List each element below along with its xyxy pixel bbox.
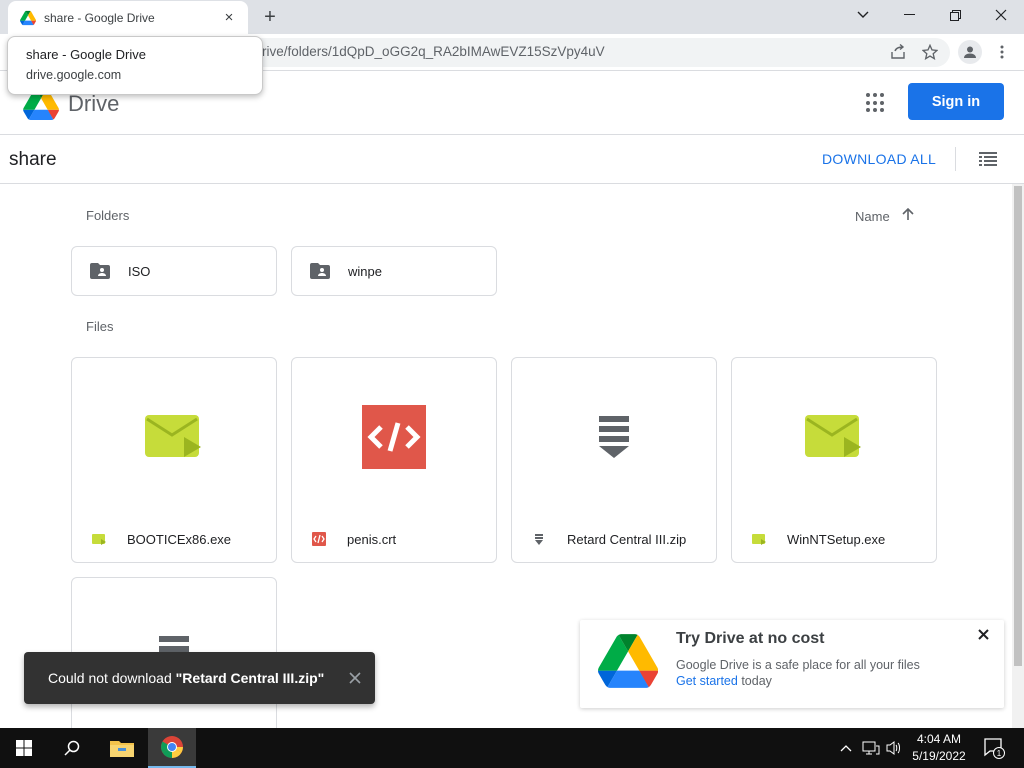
folder-card-iso[interactable]: ISO xyxy=(71,246,277,296)
notification-center-icon[interactable]: 1 xyxy=(983,737,1005,762)
download-error-snackbar: Could not download "Retard Central III.z… xyxy=(24,652,375,704)
folder-header: share DOWNLOAD ALL xyxy=(0,135,1024,184)
file-meta: Retard Central III.zip xyxy=(512,516,716,562)
file-explorer-icon[interactable] xyxy=(98,728,146,768)
folder-title: share xyxy=(9,149,57,170)
promo-close-icon[interactable] xyxy=(973,624,993,644)
promo-cta: Get started today xyxy=(676,674,772,688)
windows-start-icon[interactable] xyxy=(0,728,48,768)
shared-folder-icon xyxy=(90,263,110,279)
file-card-winntsetup[interactable]: WinNTSetup.exe xyxy=(731,357,937,563)
close-window-icon[interactable] xyxy=(978,0,1024,30)
zip-file-icon xyxy=(599,416,629,458)
code-file-icon xyxy=(362,405,426,469)
minimize-icon[interactable] xyxy=(886,0,932,30)
bookmark-star-icon[interactable] xyxy=(920,42,940,62)
file-meta: WinNTSetup.exe xyxy=(732,516,936,562)
file-card-booticex86[interactable]: BOOTICEx86.exe xyxy=(71,357,277,563)
google-apps-icon[interactable] xyxy=(866,93,886,113)
chrome-taskbar-icon[interactable] xyxy=(148,728,196,768)
exe-file-icon xyxy=(145,415,201,457)
folders-section-label: Folders xyxy=(86,208,130,223)
network-icon[interactable] xyxy=(862,740,880,759)
file-name: WinNTSetup.exe xyxy=(787,531,886,547)
browser-menu-icon[interactable] xyxy=(992,42,1012,62)
folder-name: ISO xyxy=(128,263,151,279)
scrollbar-thumb[interactable] xyxy=(1014,186,1022,666)
snackbar-message: Could not download "Retard Central III.z… xyxy=(48,670,335,686)
clock-time: 4:04 AM xyxy=(916,732,962,746)
browser-tab[interactable]: share - Google Drive × xyxy=(8,1,248,34)
file-name: Retard Central III.zip xyxy=(567,531,687,547)
tab-close-icon[interactable]: × xyxy=(220,9,238,27)
file-meta: penis.crt xyxy=(292,516,496,562)
tab-hover-tooltip: share - Google Drive drive.google.com xyxy=(7,36,263,95)
zip-small-icon xyxy=(531,533,547,545)
list-view-icon[interactable] xyxy=(979,152,997,166)
new-tab-button[interactable]: + xyxy=(258,6,282,28)
divider xyxy=(955,147,956,171)
folder-name: winpe xyxy=(348,263,382,279)
exe-small-icon xyxy=(751,533,767,545)
volume-icon[interactable] xyxy=(886,740,902,759)
file-preview xyxy=(292,358,496,516)
promo-cta-suffix: today xyxy=(737,674,772,688)
clock-date: 5/19/2022 xyxy=(912,749,966,763)
exe-small-icon xyxy=(91,533,107,545)
vertical-scrollbar[interactable] xyxy=(1012,184,1024,728)
file-preview xyxy=(732,358,936,516)
profile-avatar-icon[interactable] xyxy=(958,40,982,64)
shared-folder-icon xyxy=(310,263,330,279)
tooltip-url: drive.google.com xyxy=(26,68,122,82)
promo-description: Google Drive is a safe place for all you… xyxy=(676,658,920,672)
sort-label: Name xyxy=(855,209,890,224)
exe-file-icon xyxy=(805,415,861,457)
file-meta: BOOTICEx86.exe xyxy=(72,516,276,562)
tooltip-title: share - Google Drive xyxy=(26,47,146,62)
file-name: penis.crt xyxy=(347,531,397,547)
address-bar-url[interactable]: rive/folders/1dQpD_oGG2q_RA2bIMAwEVZ15Sz… xyxy=(262,44,605,59)
tab-title: share - Google Drive xyxy=(44,10,155,25)
notification-count: 1 xyxy=(997,749,1002,758)
sort-ascending-icon[interactable] xyxy=(902,207,914,225)
sort-by-name-button[interactable]: Name xyxy=(855,207,914,225)
google-drive-logo-icon xyxy=(598,634,658,688)
file-name: BOOTICEx86.exe xyxy=(127,531,232,547)
show-hidden-icons-icon[interactable] xyxy=(840,740,852,755)
files-section-label: Files xyxy=(86,319,114,334)
code-small-icon xyxy=(311,532,327,546)
snackbar-prefix: Could not download xyxy=(48,670,176,686)
file-card-retard-central-zip[interactable]: Retard Central III.zip xyxy=(511,357,717,563)
google-drive-favicon-icon xyxy=(20,10,36,25)
file-card-crt[interactable]: penis.crt xyxy=(291,357,497,563)
browser-tab-strip: share - Google Drive × + xyxy=(0,0,1024,34)
tab-search-icon[interactable] xyxy=(840,0,886,30)
search-icon[interactable] xyxy=(48,728,96,768)
snackbar-close-icon[interactable] xyxy=(335,658,375,698)
folder-card-winpe[interactable]: winpe xyxy=(291,246,497,296)
try-drive-promo: Try Drive at no cost Google Drive is a s… xyxy=(580,620,1004,708)
file-preview xyxy=(72,358,276,516)
restore-icon[interactable] xyxy=(932,0,978,30)
promo-title: Try Drive at no cost xyxy=(676,630,825,647)
download-all-button[interactable]: DOWNLOAD ALL xyxy=(822,151,936,167)
taskbar-clock[interactable]: 4:04 AM 5/19/2022 xyxy=(905,731,973,765)
windows-taskbar: 4:04 AM 5/19/2022 1 xyxy=(0,728,1024,768)
sign-in-button[interactable]: Sign in xyxy=(908,83,1004,120)
file-preview xyxy=(512,358,716,516)
snackbar-filename: "Retard Central III.zip" xyxy=(175,670,325,686)
share-icon[interactable] xyxy=(888,42,908,62)
get-started-link[interactable]: Get started xyxy=(676,674,738,688)
